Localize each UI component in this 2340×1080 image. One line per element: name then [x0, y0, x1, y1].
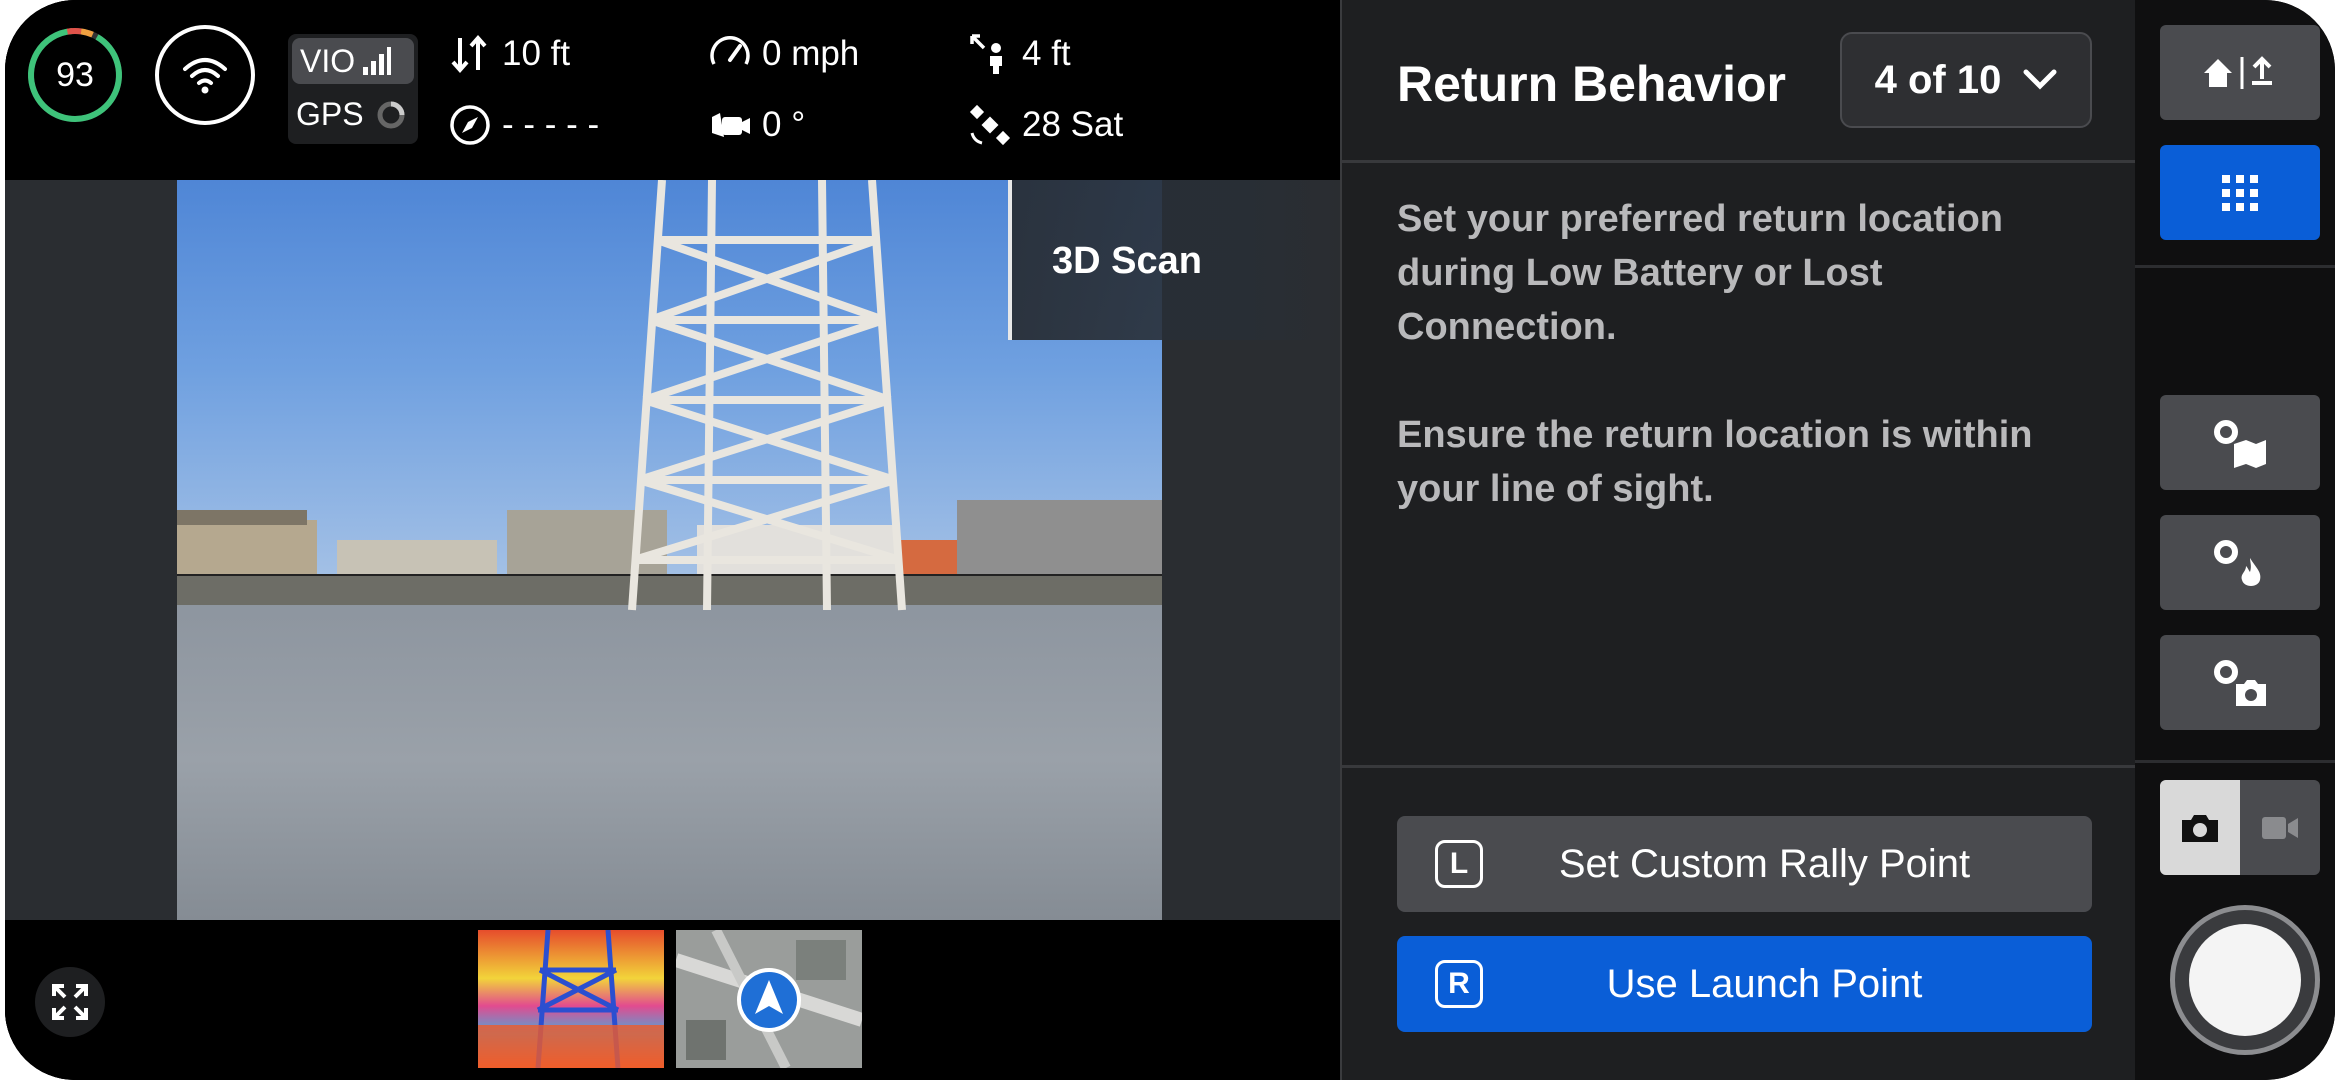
- photo-mode-icon: [2182, 814, 2218, 842]
- heading-readout: - - - - -: [448, 103, 599, 147]
- map-settings-icon: [2214, 419, 2266, 468]
- shutter-inner: [2189, 924, 2301, 1036]
- panel-note: Ensure the return location is within you…: [1397, 414, 2033, 510]
- rail-divider: [2135, 760, 2335, 763]
- speedometer-icon: [710, 36, 750, 65]
- step-selector[interactable]: 4 of 10: [1840, 32, 2092, 128]
- video-mode-icon: [2262, 816, 2298, 839]
- chevron-down-icon: [2023, 69, 2057, 90]
- panel-description: Set your preferred return location durin…: [1397, 198, 2004, 348]
- set-custom-rally-point-button[interactable]: L Set Custom Rally Point: [1397, 816, 2092, 912]
- menu-grid-button[interactable]: [2160, 145, 2320, 240]
- compass-icon: [450, 105, 490, 145]
- capture-mode-toggle: [2160, 780, 2320, 875]
- camera-feed-area[interactable]: 3D Scan: [5, 180, 1340, 920]
- panel-divider: [1342, 160, 2137, 163]
- panel-divider: [1342, 765, 2137, 768]
- satellite-value: 28 Sat: [1022, 105, 1124, 144]
- rally-button-label: Set Custom Rally Point: [1558, 841, 1971, 886]
- distance-value: 4 ft: [1022, 34, 1071, 73]
- mode-label: 3D Scan: [1052, 240, 1202, 282]
- expand-icon: [52, 984, 88, 1020]
- mode-overlay: 3D Scan: [1008, 180, 1340, 340]
- camera-bottom-bar: [5, 920, 1340, 1080]
- heading-value: - - - - -: [502, 105, 600, 144]
- speed-value: 0 mph: [762, 34, 860, 73]
- connection-indicator[interactable]: [155, 25, 255, 125]
- fullscreen-button[interactable]: [35, 967, 105, 1037]
- right-key-icon: R: [1435, 960, 1483, 1008]
- camera-settings-button[interactable]: [2160, 635, 2320, 730]
- app-screen: 93 VIO GPS 10 ft - - - - - 0 mph 0 ° 4 f…: [5, 0, 2335, 1080]
- return-behavior-panel: Return Behavior 4 of 10 Set your preferr…: [1340, 0, 2137, 1080]
- photo-mode-button[interactable]: [2160, 780, 2240, 875]
- camera-settings-icon: [2214, 659, 2266, 706]
- step-label: 4 of 10: [1874, 57, 2002, 102]
- use-launch-point-button[interactable]: R Use Launch Point: [1397, 936, 2092, 1032]
- left-key-icon: L: [1435, 840, 1483, 888]
- map-satellite: [676, 930, 862, 1068]
- altitude-arrows-icon: [451, 34, 487, 74]
- rail-divider: [2135, 265, 2335, 268]
- nav-source-panel: VIO GPS: [288, 34, 418, 144]
- thermal-settings-button[interactable]: [2160, 515, 2320, 610]
- distance-readout: 4 ft: [968, 32, 1071, 76]
- vio-badge: VIO: [292, 38, 414, 84]
- gps-loading-icon: [377, 101, 405, 128]
- map-thumbnail[interactable]: [676, 930, 862, 1068]
- gimbal-camera-icon: [712, 113, 750, 137]
- battery-indicator[interactable]: 93: [25, 25, 125, 125]
- panel-title: Return Behavior: [1397, 56, 1786, 112]
- thermal-thumbnail[interactable]: [478, 930, 664, 1068]
- right-rail: [2135, 0, 2335, 1080]
- speed-readout: 0 mph: [708, 32, 859, 76]
- satellite-readout: 28 Sat: [968, 103, 1123, 147]
- wifi-icon: [183, 58, 227, 94]
- altitude-value: 10 ft: [502, 34, 571, 73]
- map-settings-button[interactable]: [2160, 395, 2320, 490]
- gps-label: GPS: [296, 96, 364, 132]
- vio-label: VIO: [300, 42, 356, 79]
- altitude-readout: 10 ft: [448, 32, 570, 76]
- video-mode-button[interactable]: [2240, 780, 2320, 875]
- gimbal-readout: 0 °: [708, 103, 805, 147]
- satellite-icon: [969, 104, 1011, 146]
- battery-percent: 93: [56, 55, 94, 94]
- shutter-button[interactable]: [2170, 905, 2320, 1055]
- gimbal-value: 0 °: [762, 105, 806, 144]
- signal-bars-icon: [363, 47, 392, 75]
- distance-person-icon: [970, 34, 1002, 74]
- home-return-icon: [2204, 55, 2272, 89]
- launch-button-label: Use Launch Point: [1606, 961, 1923, 1006]
- camera-view-section: 93 VIO GPS 10 ft - - - - - 0 mph 0 ° 4 f…: [5, 0, 1340, 1080]
- grid-menu-icon: [2222, 174, 2258, 211]
- thermal-settings-icon: [2214, 539, 2261, 586]
- lattice-tower: [628, 180, 906, 611]
- return-home-button[interactable]: [2160, 25, 2320, 120]
- telemetry-bar: 93 VIO GPS 10 ft - - - - - 0 mph 0 ° 4 f…: [5, 0, 1340, 180]
- thermal-structure: [478, 930, 664, 1068]
